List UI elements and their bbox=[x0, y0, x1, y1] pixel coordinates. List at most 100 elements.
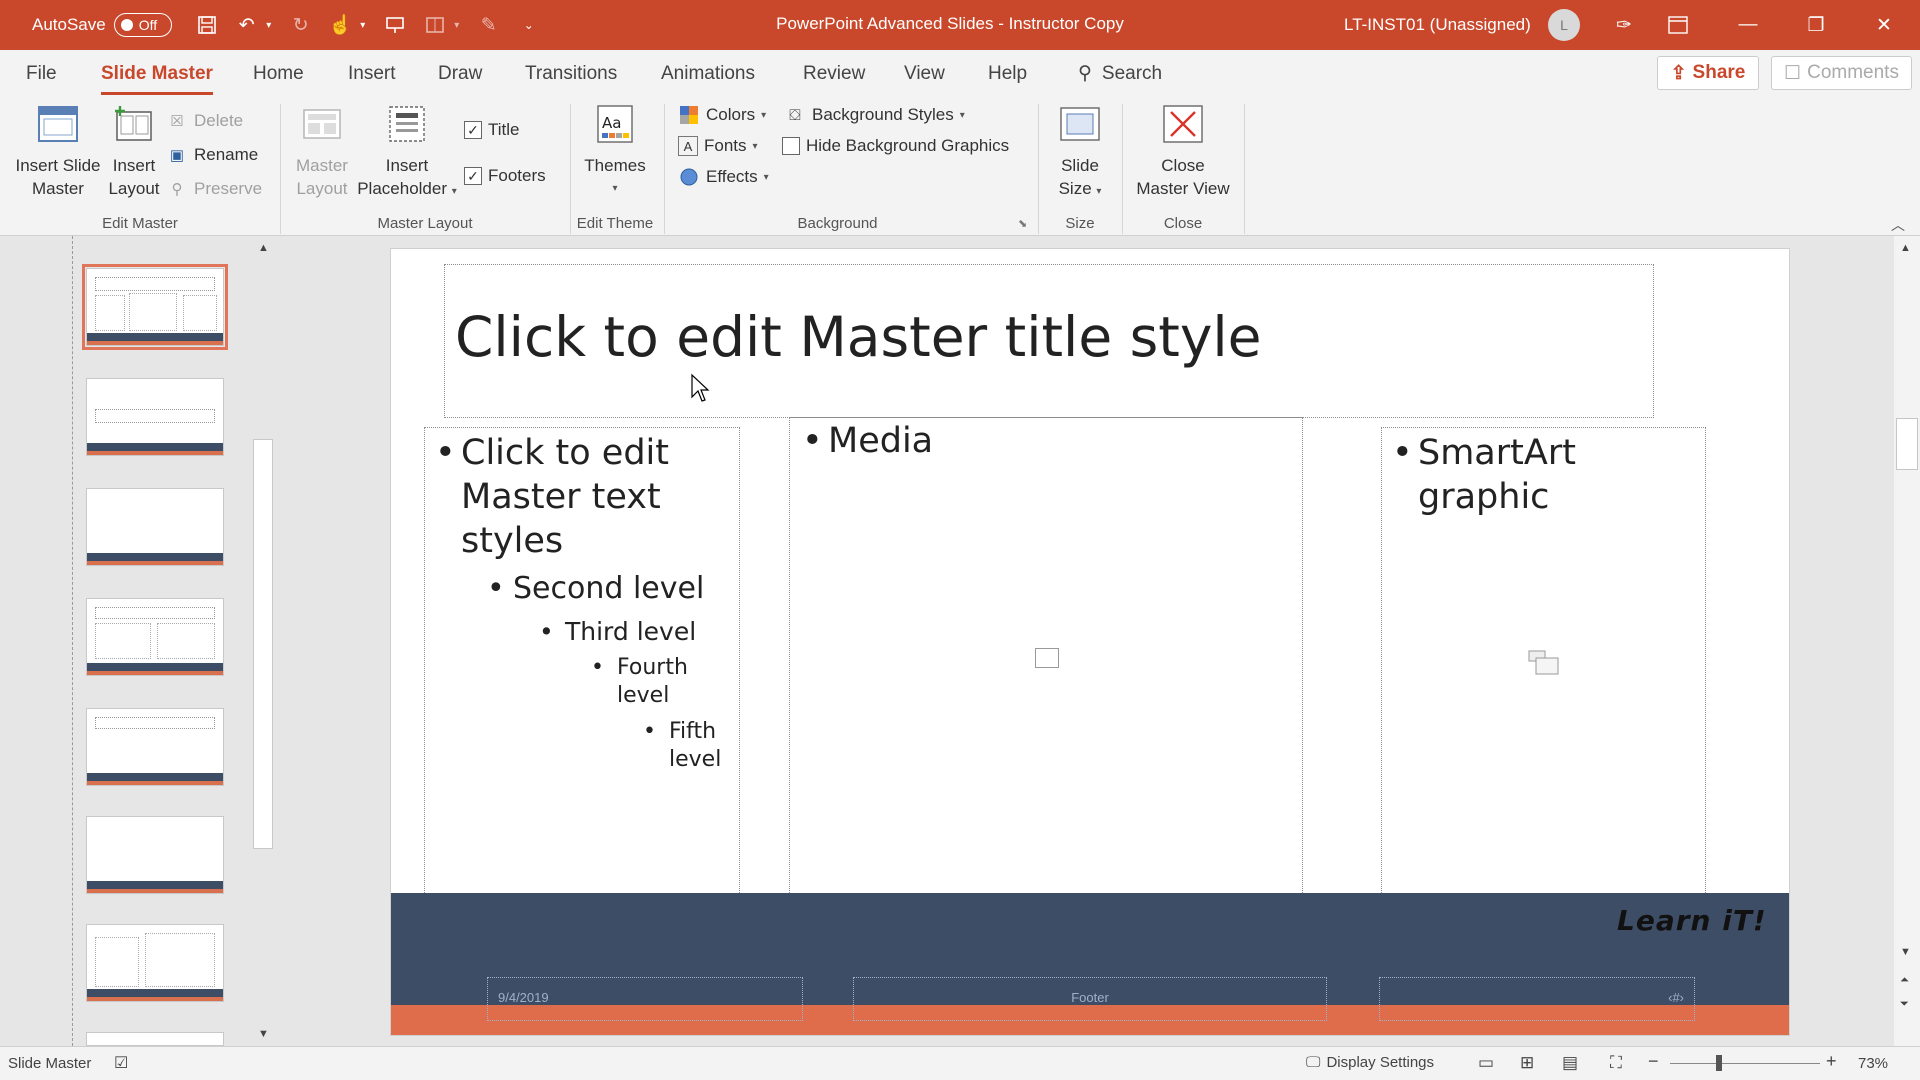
pen-icon[interactable]: ✎ bbox=[474, 10, 504, 40]
thumbnail-layout-5[interactable] bbox=[86, 708, 224, 786]
user-avatar[interactable]: L bbox=[1548, 9, 1580, 41]
slide-number-placeholder[interactable]: ‹#› bbox=[1379, 977, 1695, 1021]
vertical-scrollbar-thumb[interactable] bbox=[1896, 418, 1918, 470]
bullet-level-5[interactable]: Fifth level bbox=[643, 718, 721, 773]
group-separator bbox=[1244, 104, 1245, 234]
close-master-view-button[interactable]: Close Master View bbox=[1128, 104, 1238, 200]
tab-home[interactable]: Home bbox=[253, 63, 304, 85]
layout-dropdown-icon[interactable]: ▾ bbox=[450, 10, 464, 40]
thumbnail-layout-6[interactable] bbox=[86, 816, 224, 894]
layout-icon[interactable] bbox=[420, 10, 450, 40]
insert-layout-button[interactable]: Insert Layout bbox=[104, 104, 164, 200]
smartart-label[interactable]: SmartArt graphic bbox=[1392, 432, 1576, 520]
insert-placeholder-button[interactable]: Insert Placeholder ▾ bbox=[352, 104, 462, 203]
scroll-down-icon[interactable]: ▼ bbox=[258, 1028, 269, 1040]
undo-dropdown-icon[interactable]: ▾ bbox=[262, 10, 276, 40]
zoom-slider[interactable] bbox=[1670, 1063, 1820, 1064]
bullet-level-3[interactable]: Third level bbox=[539, 616, 696, 648]
background-styles-dropdown[interactable]: ⛋ Background Styles ▾ bbox=[784, 104, 965, 126]
thumbnail-layout-8[interactable] bbox=[86, 1032, 224, 1046]
bullet-level-2[interactable]: Second level bbox=[487, 570, 704, 608]
tab-help[interactable]: Help bbox=[988, 63, 1027, 85]
save-icon[interactable] bbox=[192, 10, 222, 40]
date-placeholder[interactable]: 9/4/2019 bbox=[487, 977, 803, 1021]
collapse-ribbon-icon[interactable]: ︿ bbox=[1891, 215, 1905, 235]
tab-view[interactable]: View bbox=[904, 63, 945, 85]
chevron-down-icon: ▾ bbox=[752, 140, 758, 152]
autosave-toggle[interactable]: Off bbox=[113, 13, 172, 37]
start-from-beginning-icon[interactable] bbox=[380, 10, 410, 40]
display-settings-button[interactable]: 🖵 Display Settings bbox=[1306, 1054, 1434, 1071]
thumbnail-layout-4[interactable] bbox=[86, 598, 224, 676]
media-placeholder[interactable]: Media bbox=[789, 417, 1303, 903]
zoom-in-icon[interactable]: + bbox=[1826, 1051, 1837, 1072]
pen-feedback-icon[interactable]: ✑ bbox=[1596, 0, 1652, 50]
normal-view-icon[interactable]: ▭ bbox=[1478, 1053, 1494, 1073]
footer-placeholder[interactable]: Footer bbox=[853, 977, 1327, 1021]
bullet-level-1[interactable]: Click to edit Master text styles bbox=[435, 432, 669, 563]
close-window-icon[interactable]: ✕ bbox=[1856, 0, 1912, 50]
title-checkbox-label: Title bbox=[488, 120, 520, 139]
hide-background-graphics-checkbox[interactable]: Hide Background Graphics bbox=[782, 136, 1009, 156]
tab-transitions[interactable]: Transitions bbox=[525, 63, 617, 85]
thumbnail-layout-7[interactable] bbox=[86, 924, 224, 1002]
restore-icon[interactable]: ❐ bbox=[1788, 0, 1844, 50]
slide-sorter-icon[interactable]: ⊞ bbox=[1520, 1053, 1534, 1073]
smartart-placeholder[interactable]: SmartArt graphic bbox=[1381, 427, 1706, 903]
insert-slide-master-button[interactable]: Insert Slide Master bbox=[10, 104, 106, 200]
accessibility-icon[interactable]: ☑ bbox=[114, 1053, 128, 1073]
media-icon[interactable] bbox=[1035, 648, 1059, 668]
tab-slide-master[interactable]: Slide Master bbox=[101, 63, 213, 95]
content-placeholder[interactable]: Click to edit Master text styles Second … bbox=[424, 427, 740, 901]
zoom-slider-handle[interactable] bbox=[1716, 1055, 1722, 1071]
scroll-down-icon[interactable]: ▼ bbox=[1900, 946, 1911, 958]
touch-dropdown-icon[interactable]: ▾ bbox=[356, 10, 370, 40]
next-slide-icon[interactable]: ⏷ bbox=[1900, 998, 1909, 1011]
tab-insert[interactable]: Insert bbox=[348, 63, 396, 85]
scroll-up-icon[interactable]: ▲ bbox=[1900, 242, 1911, 254]
slide[interactable]: Click to edit Master title style Click t… bbox=[390, 248, 1790, 1036]
media-label[interactable]: Media bbox=[802, 420, 933, 464]
title-text[interactable]: Click to edit Master title style bbox=[455, 305, 1262, 369]
previous-slide-icon[interactable]: ⏶ bbox=[1900, 974, 1909, 987]
footers-checkbox[interactable]: ✓ Footers bbox=[464, 166, 546, 186]
tab-draw[interactable]: Draw bbox=[438, 63, 482, 85]
slide-show-icon[interactable]: ⛶ bbox=[1610, 1053, 1622, 1073]
ribbon-display-options-icon[interactable] bbox=[1650, 0, 1706, 50]
share-button[interactable]: ⇪ Share bbox=[1657, 56, 1759, 90]
thumbnail-layout-3[interactable] bbox=[86, 488, 224, 566]
thumbnail-layout-2[interactable] bbox=[86, 378, 224, 456]
colors-dropdown[interactable]: Colors ▾ bbox=[678, 104, 766, 126]
zoom-out-icon[interactable]: − bbox=[1648, 1051, 1659, 1072]
zoom-level[interactable]: 73% bbox=[1858, 1055, 1888, 1072]
undo-icon[interactable]: ↶ bbox=[232, 10, 262, 40]
themes-button[interactable]: Aa Themes ▾ bbox=[578, 104, 652, 200]
preserve-button[interactable]: ⚲ Preserve bbox=[166, 178, 263, 200]
dialog-launcher-icon[interactable]: ⬊ bbox=[1018, 217, 1027, 230]
title-placeholder[interactable]: Click to edit Master title style bbox=[444, 264, 1654, 418]
tab-animations[interactable]: Animations bbox=[661, 63, 755, 85]
vertical-scrollbar[interactable] bbox=[1894, 236, 1920, 1046]
comments-button[interactable]: ☐ Comments bbox=[1771, 56, 1912, 90]
scroll-up-icon[interactable]: ▲ bbox=[258, 242, 269, 254]
master-layout-button[interactable]: Master Layout bbox=[288, 104, 356, 200]
smartart-icon[interactable] bbox=[1528, 650, 1560, 676]
reading-view-icon[interactable]: ▤ bbox=[1562, 1053, 1578, 1073]
tab-review[interactable]: Review bbox=[803, 63, 865, 85]
delete-button[interactable]: ☒ Delete bbox=[166, 110, 243, 132]
thumbnail-slide-master[interactable] bbox=[82, 264, 228, 350]
bullet-level-4[interactable]: Fourth level bbox=[591, 654, 688, 709]
redo-icon[interactable]: ↻ bbox=[286, 10, 316, 40]
rename-button[interactable]: ▣ Rename bbox=[166, 144, 258, 166]
minimize-icon[interactable]: — bbox=[1720, 0, 1776, 50]
title-checkbox[interactable]: ✓ Title bbox=[464, 120, 520, 140]
search-box[interactable]: ⚲ Search bbox=[1078, 62, 1162, 85]
slide-size-button[interactable]: Slide Size ▾ bbox=[1048, 104, 1112, 203]
user-name[interactable]: LT-INST01 (Unassigned) bbox=[1344, 15, 1531, 35]
customize-quick-access-icon[interactable]: ⌄ bbox=[514, 10, 544, 40]
effects-dropdown[interactable]: Effects ▾ bbox=[678, 166, 769, 188]
thumbnail-scrollbar-thumb[interactable] bbox=[253, 439, 273, 849]
fonts-dropdown[interactable]: A Fonts ▾ bbox=[678, 136, 758, 156]
touch-mode-icon[interactable]: ☝ bbox=[326, 10, 356, 40]
tab-file[interactable]: File bbox=[26, 63, 57, 85]
